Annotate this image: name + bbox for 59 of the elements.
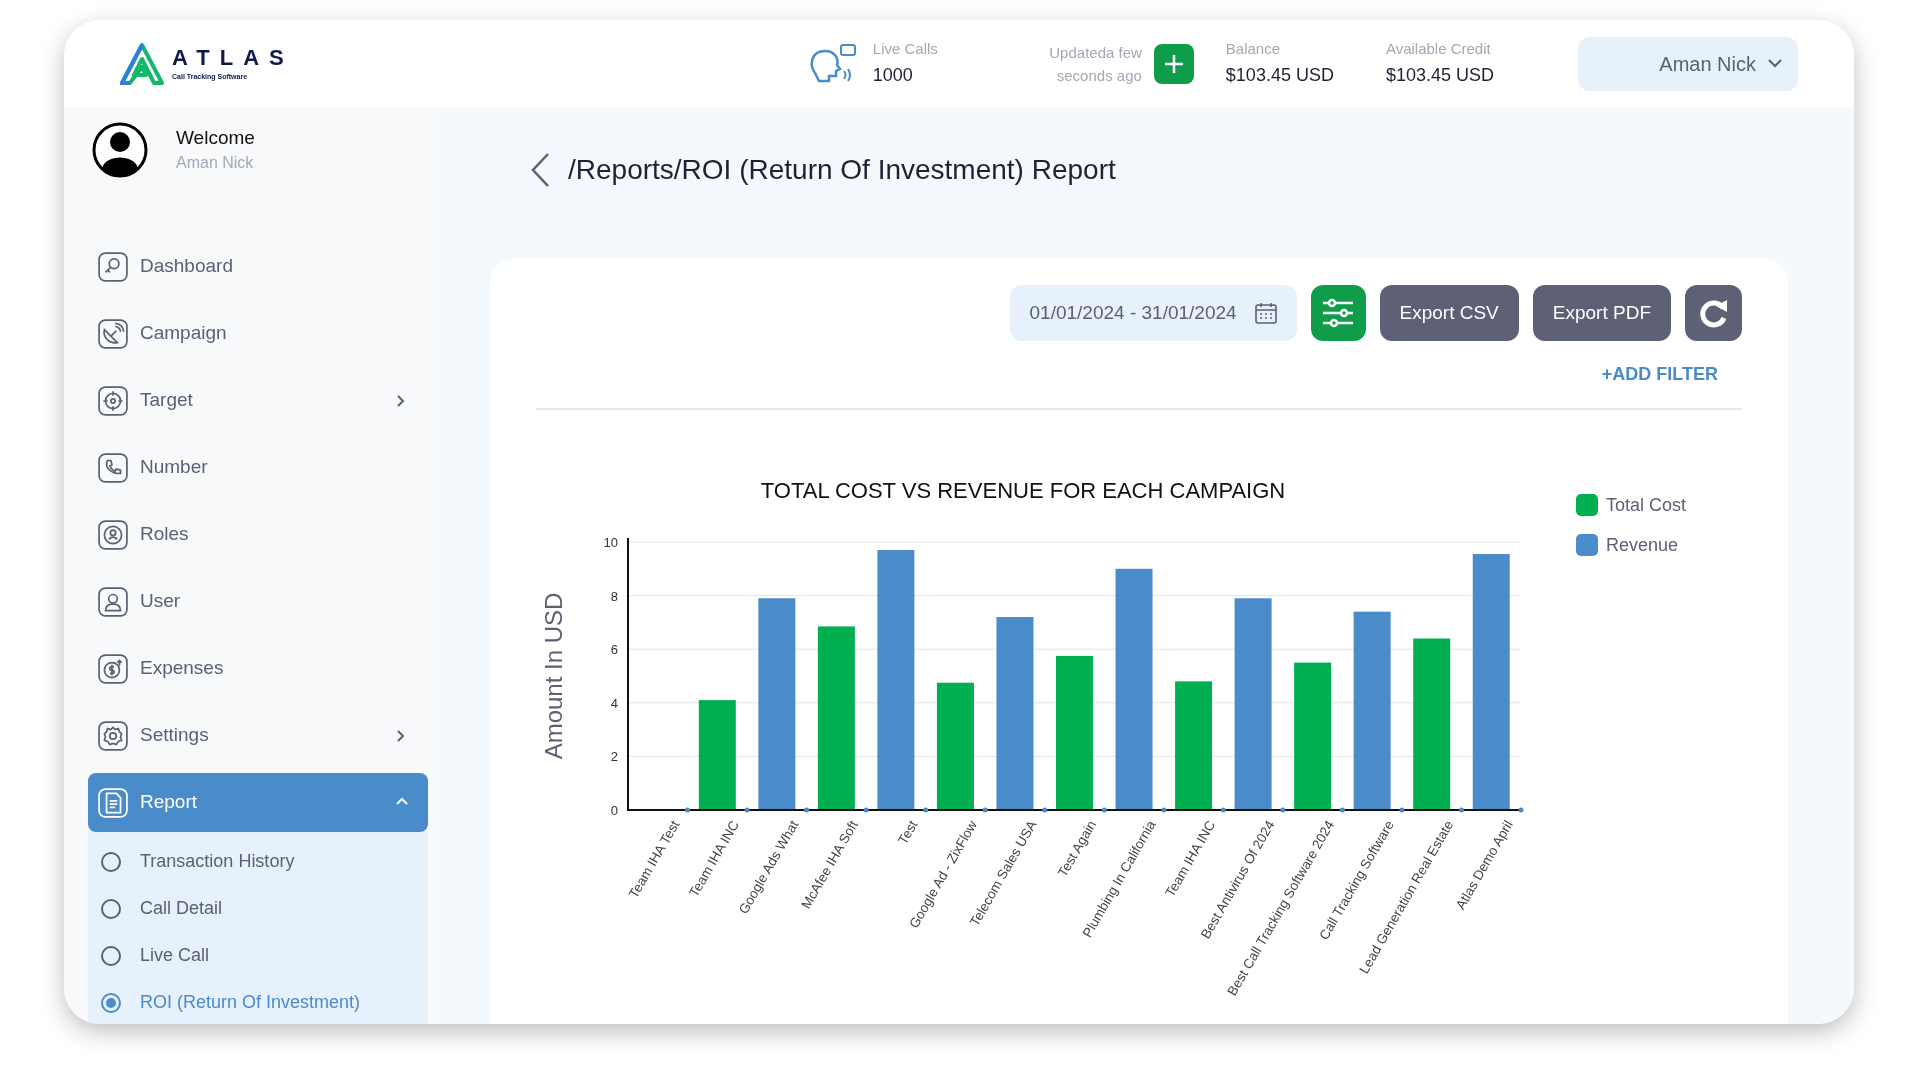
export-button[interactable]: Export CSV <box>1379 285 1519 341</box>
live-calls-label: Live Calls <box>872 38 938 59</box>
document-icon <box>98 787 128 818</box>
sidebar-item[interactable]: Target <box>88 371 428 430</box>
chart-title: TOTAL COST VS REVENUE FOR EACH CAMPAIGN <box>760 478 1286 503</box>
sidebar-item[interactable]: Expenses <box>88 639 428 698</box>
sidebar-item[interactable]: Number <box>88 438 428 497</box>
dollar-icon <box>98 653 128 684</box>
calendar-icon <box>1254 302 1277 324</box>
legend-label: Total Cost <box>1606 495 1687 515</box>
key-icon <box>98 251 128 282</box>
crosshair-icon <box>98 385 128 416</box>
y-axis-label: Amount In USD <box>540 592 567 760</box>
submenu-item[interactable]: Live Call <box>100 932 428 979</box>
satellite-dish-icon <box>98 318 128 349</box>
export-button[interactable]: Export PDF <box>1532 285 1671 341</box>
person-badge-icon <box>98 519 128 550</box>
logo-name: ATLAS <box>172 47 294 69</box>
y-tick-label: 6 <box>610 642 618 658</box>
x-tick-label: Test <box>895 818 921 847</box>
date-range-field[interactable]: 01/01/2024 - 31/01/2024 <box>1009 285 1297 341</box>
live-calls-value: 1000 <box>872 64 914 88</box>
logo-icon <box>120 42 164 85</box>
chevron-down-icon <box>1768 59 1782 68</box>
sidebar-item[interactable]: Campaign <box>88 304 428 363</box>
available-credit-value: $103.45 USD <box>1385 64 1494 88</box>
update-status: Updateda few seconds ago <box>1048 42 1142 86</box>
add-filter-link[interactable]: +ADD FILTER <box>1601 361 1718 388</box>
refresh-icon <box>1698 298 1729 328</box>
sidebar-item[interactable]: User <box>88 572 428 631</box>
user-icon <box>98 586 128 617</box>
y-tick-label: 0 <box>610 803 618 818</box>
refresh-button[interactable] <box>1685 285 1742 341</box>
y-tick-label: 4 <box>610 695 618 711</box>
user-name: Aman Nick <box>176 153 255 173</box>
user-menu-button[interactable]: Aman Nick <box>1578 36 1798 91</box>
balance-value: $103.45 USD <box>1225 64 1334 88</box>
sidebar-item[interactable]: Report <box>88 773 428 832</box>
y-tick-label: 10 <box>603 535 618 550</box>
avatar-icon <box>92 122 148 178</box>
sidebar-item[interactable]: Settings <box>88 706 428 765</box>
balance-label: Balance <box>1225 38 1282 59</box>
legend-label: Revenue <box>1606 535 1679 555</box>
y-tick-label: 2 <box>610 749 618 765</box>
available-credit-label: Available Credit <box>1385 38 1492 59</box>
submenu-item[interactable]: Call Detail <box>100 885 428 932</box>
y-tick-label: 8 <box>610 588 618 604</box>
phone-icon <box>98 452 128 483</box>
welcome-text: Welcome <box>176 126 255 150</box>
breadcrumb-title: /Reports/ROI (Return Of Investment) Report <box>568 153 1116 187</box>
submenu-item[interactable]: Transaction History <box>100 838 428 885</box>
gear-icon <box>98 720 128 751</box>
plus-icon <box>1162 52 1185 75</box>
add-button[interactable] <box>1153 43 1194 84</box>
sliders-icon <box>1322 298 1355 328</box>
sidebar-item[interactable]: Roles <box>88 505 428 564</box>
submenu-item[interactable]: ROI (Return Of Investment) <box>100 979 428 1024</box>
filter-settings-button[interactable] <box>1310 285 1366 341</box>
sidebar-item[interactable]: Dashboard <box>88 237 428 296</box>
